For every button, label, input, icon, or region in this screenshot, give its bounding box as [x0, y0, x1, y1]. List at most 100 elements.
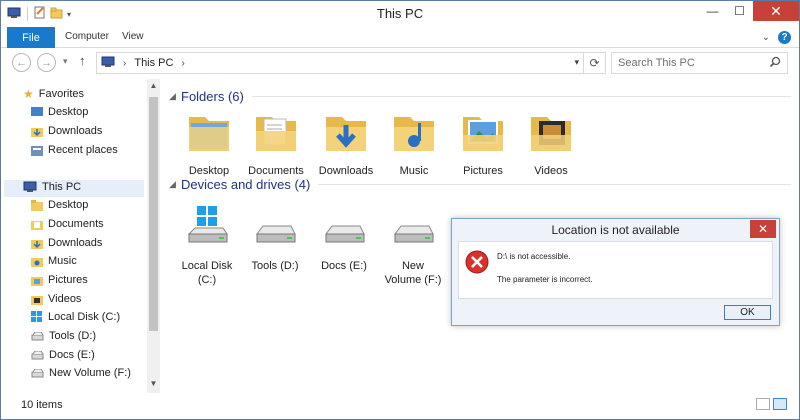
dialog-detail: The parameter is incorrect. — [497, 275, 593, 284]
tab-computer[interactable]: Computer — [65, 31, 109, 42]
sidebar-item-this-pc[interactable]: This PC — [23, 181, 81, 193]
refresh-button[interactable]: ⟳ — [583, 53, 605, 73]
scrollbar-thumb[interactable] — [149, 97, 158, 331]
tab-file[interactable]: File — [7, 27, 55, 48]
sidebar-item-desktop[interactable]: Desktop — [31, 199, 88, 211]
search-icon[interactable] — [769, 56, 781, 71]
address-bar[interactable]: › This PC › ▾ ⟳ — [96, 52, 606, 74]
tile-label: Local Disk (C:) — [171, 259, 243, 287]
drive-icon — [394, 225, 434, 243]
sidebar-item-label: New Volume (F:) — [49, 367, 131, 379]
close-button[interactable]: ✕ — [753, 1, 799, 21]
view-switcher — [756, 398, 787, 410]
folder-tile-videos[interactable]: Videos — [515, 109, 587, 178]
sidebar-item-label: Local Disk (C:) — [48, 311, 121, 323]
error-dialog: Location is not available ✕ D:\ is not a… — [451, 218, 780, 326]
sidebar-item-music[interactable]: Music — [31, 255, 77, 267]
address-dropdown-icon[interactable]: ▾ — [574, 57, 579, 68]
folder-tile-music[interactable]: Music — [378, 109, 450, 178]
divider — [318, 184, 791, 185]
drive-name: New — [401, 260, 424, 272]
sidebar-item-new-volume-f[interactable]: New Volume (F:) — [31, 367, 131, 379]
group-title: Devices and drives (4) — [181, 177, 311, 192]
drive-icon — [31, 368, 44, 377]
drive-icon — [31, 331, 44, 340]
this-pc-icon — [23, 181, 37, 192]
window-title: This PC — [376, 6, 424, 21]
folder-tile-documents[interactable]: Documents — [240, 109, 312, 178]
status-bar: 10 items — [1, 395, 799, 419]
drive-tile-docs-e[interactable]: Docs (E:) — [308, 204, 380, 273]
tile-label: New Volume (F:) — [377, 259, 449, 287]
downloads-folder-icon — [31, 127, 43, 137]
folder-tile-desktop[interactable]: Desktop — [173, 109, 245, 178]
breadcrumb[interactable]: This PC — [134, 57, 173, 69]
tile-label: Documents — [248, 165, 304, 177]
tile-label: Videos — [534, 165, 568, 177]
sidebar-item-downloads[interactable]: Downloads — [31, 237, 102, 249]
back-button[interactable]: ← — [12, 53, 31, 72]
maximize-button[interactable]: ☐ — [726, 1, 753, 21]
sidebar-item-tools-d[interactable]: Tools (D:) — [31, 330, 96, 342]
recent-locations-icon[interactable]: ▾ — [63, 56, 68, 67]
forward-button[interactable]: → — [37, 53, 56, 72]
dialog-body: D:\ is not accessible. The parameter is … — [458, 241, 773, 299]
breadcrumb-separator-icon[interactable]: › — [123, 58, 126, 69]
sidebar-item-pictures[interactable]: Pictures — [31, 274, 88, 286]
tile-label: Music — [399, 165, 429, 177]
sidebar-item-local-disk-c[interactable]: Local Disk (C:) — [31, 311, 120, 323]
folder-tile-downloads[interactable]: Downloads — [310, 109, 382, 178]
drive-letter: Volume (F:) — [384, 274, 442, 286]
help-icon[interactable]: ? — [778, 31, 791, 44]
ribbon-right-controls: ⌄ ? — [762, 31, 791, 44]
tile-label: Docs (E:) — [308, 259, 380, 273]
drive-tile-local-disk-c[interactable]: Local Disk (C:) — [171, 204, 243, 287]
folders-group-header[interactable]: ◢ Folders (6) — [169, 89, 791, 104]
sidebar-item-videos[interactable]: Videos — [31, 293, 81, 305]
sidebar-item-documents[interactable]: Documents — [31, 218, 104, 230]
tab-view[interactable]: View — [122, 31, 144, 42]
ok-button[interactable]: OK — [724, 305, 771, 320]
minimize-button[interactable]: — — [699, 1, 726, 21]
downloads-folder-icon — [326, 117, 366, 151]
sidebar-item-label: This PC — [42, 181, 82, 193]
collapse-icon[interactable]: ◢ — [169, 179, 181, 190]
navigation-pane: ★ Favorites Desktop Downloads Recent pla… — [1, 79, 161, 393]
videos-folder-icon — [531, 117, 571, 151]
up-arrow-icon[interactable]: ↑ — [79, 53, 86, 68]
dialog-close-button[interactable]: ✕ — [750, 220, 776, 238]
sidebar-item-label: Pictures — [48, 274, 88, 286]
sidebar-item-docs-e[interactable]: Docs (E:) — [31, 349, 95, 361]
sidebar-item-downloads[interactable]: Downloads — [31, 125, 102, 137]
navigation-bar: ← → ▾ ↑ › This PC › ▾ ⟳ Search This PC — [1, 49, 799, 77]
collapse-icon[interactable]: ◢ — [169, 91, 181, 102]
search-input[interactable]: Search This PC — [611, 52, 788, 74]
divider — [251, 96, 791, 97]
documents-folder-icon — [31, 220, 43, 230]
windows-drive-icon — [187, 206, 228, 243]
nav-scrollbar[interactable]: ▲ ▼ — [147, 79, 160, 393]
windows-drive-icon — [31, 311, 42, 322]
sidebar-item-label: Videos — [48, 293, 82, 305]
expand-ribbon-icon[interactable]: ⌄ — [762, 32, 770, 43]
sidebar-item-favorites[interactable]: ★ Favorites — [23, 87, 84, 101]
scroll-up-icon[interactable]: ▲ — [147, 81, 160, 93]
sidebar-item-desktop[interactable]: Desktop — [31, 106, 88, 118]
drive-name: Docs (E:) — [321, 260, 367, 272]
scroll-down-icon[interactable]: ▼ — [147, 379, 160, 391]
details-view-icon[interactable] — [756, 398, 770, 410]
drive-tile-tools-d[interactable]: Tools (D:) — [239, 204, 311, 273]
breadcrumb-separator-icon[interactable]: › — [181, 58, 184, 69]
drives-group-header[interactable]: ◢ Devices and drives (4) — [169, 177, 791, 192]
pictures-folder-icon — [31, 276, 43, 286]
sidebar-item-label: Documents — [48, 218, 104, 230]
sidebar-item-label: Downloads — [48, 237, 103, 249]
large-icons-view-icon[interactable] — [773, 398, 787, 410]
desktop-icon — [31, 107, 43, 116]
drive-icon — [325, 225, 365, 243]
folder-tile-pictures[interactable]: Pictures — [447, 109, 519, 178]
sidebar-item-recent-places[interactable]: Recent places — [31, 144, 118, 156]
drive-tile-new-volume-f[interactable]: New Volume (F:) — [377, 204, 449, 287]
music-folder-icon — [31, 257, 43, 267]
music-folder-icon — [394, 117, 434, 151]
